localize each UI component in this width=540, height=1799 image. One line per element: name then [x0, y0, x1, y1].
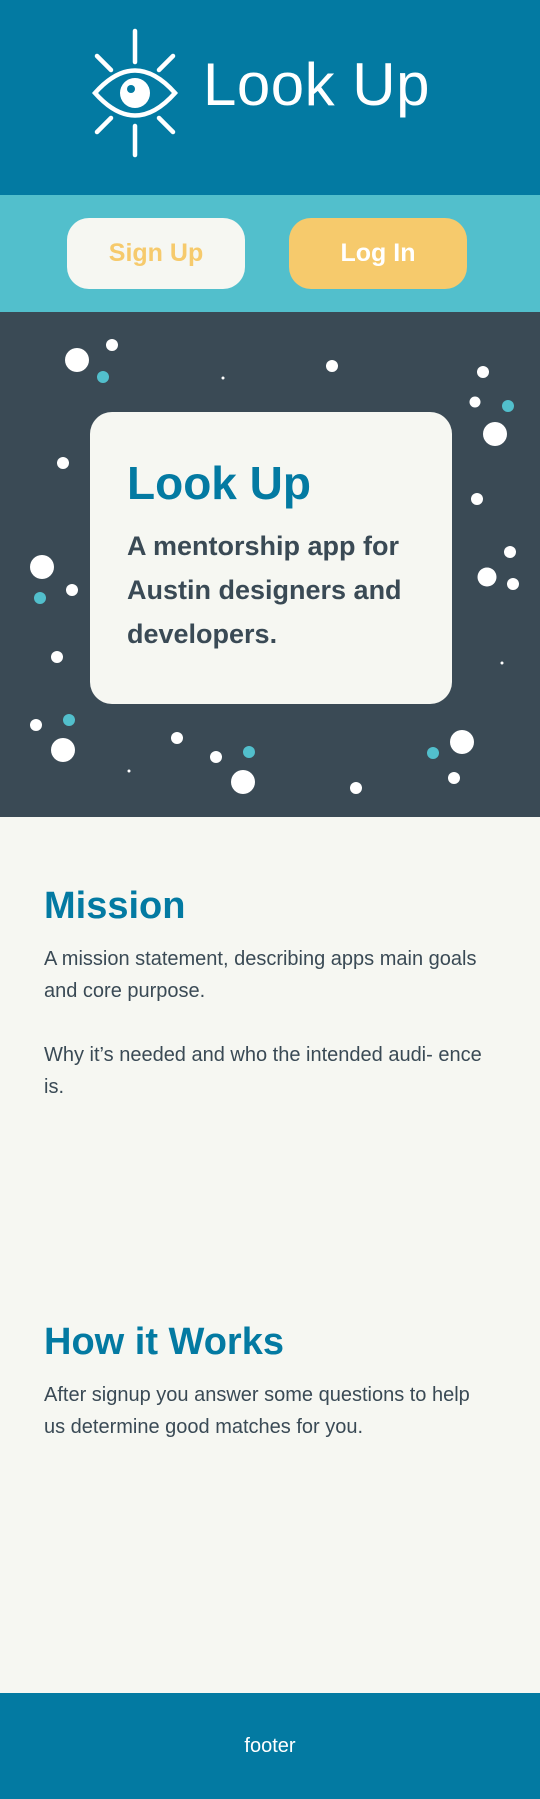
site-header: Look Up — [0, 0, 540, 195]
hero-title: Look Up — [127, 457, 311, 509]
sign-up-button[interactable]: Sign Up — [67, 218, 245, 289]
eye-icon — [92, 28, 178, 158]
main-content: Mission A mission statement, describing … — [0, 817, 540, 1693]
mission-title: Mission — [44, 885, 186, 927]
hero-subtitle: A mentorship app for Austin designers an… — [127, 531, 402, 649]
log-in-button[interactable]: Log In — [289, 218, 467, 289]
app-name: Look Up — [203, 51, 430, 118]
footer-text: footer — [244, 1735, 296, 1757]
auth-bar: Sign Up Log In — [0, 195, 540, 312]
mission-paragraph-1: A mission statement, describing apps mai… — [44, 948, 477, 1002]
how-it-works-title: How it Works — [44, 1321, 284, 1363]
hero-section: Look Up A mentorship app for Austin desi… — [0, 312, 540, 817]
hero-card: Look Up A mentorship app for Austin desi… — [90, 412, 452, 704]
mission-paragraph-2: Why it’s needed and who the intended aud… — [44, 1044, 482, 1098]
site-footer: footer — [0, 1693, 540, 1799]
how-it-works-paragraph: After signup you answer some questions t… — [44, 1384, 470, 1438]
